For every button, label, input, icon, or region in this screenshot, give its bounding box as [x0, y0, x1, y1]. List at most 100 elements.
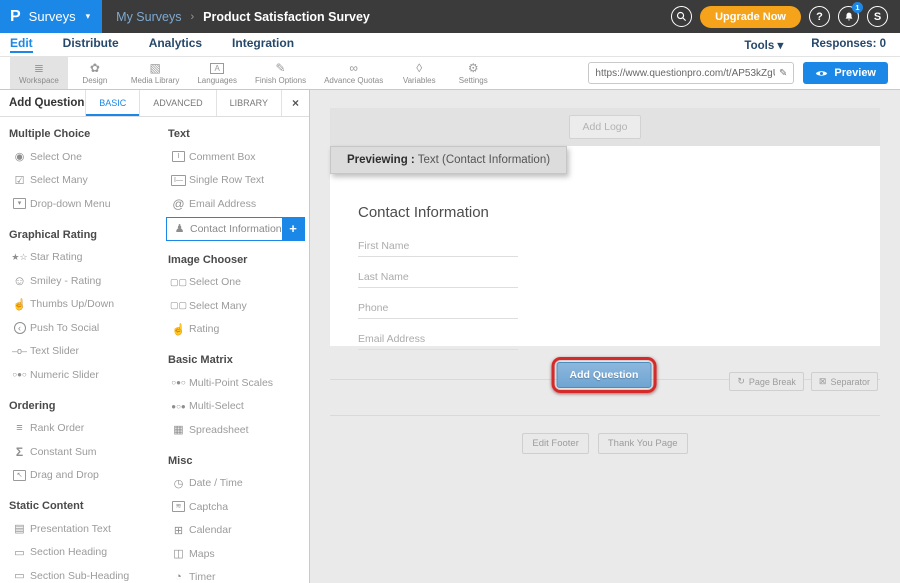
grid-icon: ▦: [168, 423, 189, 436]
qtype-multi-point-scales[interactable]: ○●○ Multi-Point Scales: [168, 371, 309, 395]
qtype-section-sub-heading[interactable]: ▭ Section Sub-Heading: [9, 564, 168, 583]
ribbon-media-library[interactable]: ▧ Media Library: [122, 57, 188, 89]
qtype-image-select-many[interactable]: ▢▢ Select Many: [168, 294, 309, 318]
tools-menu[interactable]: Tools ▾: [744, 38, 783, 52]
user-avatar[interactable]: S: [867, 6, 888, 27]
previewing-value: Text (Contact Information): [415, 154, 550, 166]
multi-select-icon: ●○●: [168, 402, 189, 411]
section-misc: Misc: [168, 455, 309, 467]
search-button[interactable]: [671, 6, 692, 27]
qtype-image-select-one[interactable]: ▢▢ Select One: [168, 271, 309, 295]
add-logo-button[interactable]: Add Logo: [569, 115, 642, 139]
qtype-comment-box[interactable]: I Comment Box: [168, 145, 309, 169]
section-basic-matrix: Basic Matrix: [168, 354, 309, 366]
palette-icon: ✿: [90, 62, 100, 75]
product-switcher[interactable]: P Surveys ▾: [0, 0, 102, 33]
survey-title: Product Satisfaction Survey: [203, 10, 370, 24]
chevron-down-icon: ▾: [86, 11, 91, 22]
share-icon: ‹: [9, 322, 30, 334]
qtype-contact-information-selected[interactable]: ♟ Contact Information +: [166, 217, 305, 241]
qtype-thumbs-up-down[interactable]: ☝ Thumbs Up/Down: [9, 293, 168, 317]
qtype-captcha[interactable]: ≋ Captcha: [168, 495, 309, 519]
page-break-button[interactable]: ↻ Page Break: [729, 372, 804, 391]
qtype-smiley-rating[interactable]: ☺ Smiley - Rating: [9, 269, 168, 293]
eye-icon: [815, 69, 828, 78]
qtype-date-time[interactable]: ◷ Date / Time: [168, 472, 309, 496]
qtype-constant-sum[interactable]: Σ Constant Sum: [9, 440, 168, 464]
qtype-rank-order[interactable]: ≡ Rank Order: [9, 417, 168, 441]
separator-button[interactable]: ⊠ Separator: [811, 372, 878, 391]
radio-list-icon: ◉: [9, 150, 30, 163]
preview-button[interactable]: Preview: [803, 62, 888, 84]
logo-strip: Add Logo: [330, 108, 880, 146]
qtype-drag-and-drop[interactable]: ↖ Drag and Drop: [9, 464, 168, 488]
ribbon-workspace[interactable]: ≣ Workspace: [10, 57, 68, 89]
upgrade-now-button[interactable]: Upgrade Now: [700, 6, 801, 28]
edit-footer-button[interactable]: Edit Footer: [522, 433, 588, 454]
qtype-timer[interactable]: ◔ Timer: [168, 566, 309, 583]
slider-icon: –o–: [9, 346, 30, 356]
survey-url-field[interactable]: https://www.questionpro.com/t/AP53kZgUI …: [588, 62, 794, 84]
qtype-section-heading[interactable]: ▭ Section Heading: [9, 541, 168, 565]
ribbon-design[interactable]: ✿ Design: [68, 57, 122, 89]
qtype-calendar[interactable]: ⊞ Calendar: [168, 519, 309, 543]
qtype-spreadsheet[interactable]: ▦ Spreadsheet: [168, 418, 309, 442]
ribbon-finish-options[interactable]: ✎ Finish Options: [246, 57, 315, 89]
captcha-icon: ≋: [168, 501, 189, 512]
calendar-icon: ⊞: [168, 524, 189, 537]
add-question-button[interactable]: Add Question: [557, 362, 652, 388]
qtype-select-one[interactable]: ◉ Select One: [9, 145, 168, 169]
ribbon-languages[interactable]: A Languages: [188, 57, 246, 89]
ribbon-advance-quotas[interactable]: ∞ Advance Quotas: [315, 57, 392, 89]
numeric-slider-icon: ○●○: [9, 370, 30, 379]
avatar-initial: S: [874, 11, 881, 23]
tab-integration[interactable]: Integration: [232, 36, 294, 53]
close-panel-button[interactable]: ×: [281, 90, 309, 116]
qtype-multi-select[interactable]: ●○● Multi-Select: [168, 395, 309, 419]
phone-field[interactable]: Phone: [358, 302, 518, 319]
qtype-single-row-text[interactable]: I— Single Row Text: [168, 169, 309, 193]
translate-icon: A: [210, 61, 223, 75]
qtype-select-many[interactable]: ☑ Select Many: [9, 169, 168, 193]
section-ordering: Ordering: [9, 400, 168, 412]
qtype-star-rating[interactable]: ★☆ Star Rating: [9, 246, 168, 270]
tab-basic[interactable]: BASIC: [85, 90, 139, 116]
product-name: Surveys: [29, 9, 76, 24]
person-icon: ♟: [169, 222, 190, 235]
qtype-maps[interactable]: ◫ Maps: [168, 542, 309, 566]
help-button[interactable]: ?: [809, 6, 830, 27]
chain-link-icon: ∞: [349, 62, 358, 75]
section-text: Text: [168, 128, 309, 140]
thank-you-page-button[interactable]: Thank You Page: [598, 433, 688, 454]
panel-column-2: Text I Comment Box I— Single Row Text @ …: [168, 119, 309, 583]
ribbon-settings[interactable]: ⚙ Settings: [446, 57, 500, 89]
insert-question-row: Add Question ↻ Page Break ⊠ Separator: [330, 346, 880, 412]
panel-header: Add Question BASIC ADVANCED LIBRARY ×: [0, 90, 309, 117]
qtype-presentation-text[interactable]: ▤ Presentation Text: [9, 517, 168, 541]
tab-distribute[interactable]: Distribute: [63, 36, 119, 53]
qtype-dropdown-menu[interactable]: ▾ Drop-down Menu: [9, 192, 168, 216]
first-name-field[interactable]: First Name: [358, 240, 518, 257]
tab-edit[interactable]: Edit: [10, 36, 33, 53]
tab-analytics[interactable]: Analytics: [149, 36, 202, 53]
previewing-label: Previewing :: [347, 154, 415, 166]
qtype-email-address[interactable]: @ Email Address: [168, 192, 309, 216]
qtype-text-slider[interactable]: –o– Text Slider: [9, 340, 168, 364]
tab-library[interactable]: LIBRARY: [216, 90, 281, 116]
survey-url: https://www.questionpro.com/t/AP53kZgUI: [595, 68, 775, 79]
ribbon-variables[interactable]: ◊ Variables: [392, 57, 446, 89]
edit-url-icon[interactable]: ✎: [779, 68, 787, 79]
add-contact-information-button[interactable]: +: [282, 218, 304, 240]
breadcrumb-my-surveys[interactable]: My Surveys: [116, 10, 181, 24]
contact-information-form: Contact Information First Name Last Name…: [330, 146, 880, 350]
responses-link[interactable]: Responses: 0: [811, 38, 886, 52]
section-graphical-rating: Graphical Rating: [9, 229, 168, 241]
qtype-image-rating[interactable]: ☝ Rating: [168, 318, 309, 342]
section-image-chooser: Image Chooser: [168, 254, 309, 266]
thumb-icon: ☝: [168, 323, 189, 336]
last-name-field[interactable]: Last Name: [358, 271, 518, 288]
qtype-push-to-social[interactable]: ‹ Push To Social: [9, 316, 168, 340]
qtype-numeric-slider[interactable]: ○●○ Numeric Slider: [9, 363, 168, 387]
tab-advanced[interactable]: ADVANCED: [139, 90, 215, 116]
notifications-button[interactable]: 1: [838, 6, 859, 27]
